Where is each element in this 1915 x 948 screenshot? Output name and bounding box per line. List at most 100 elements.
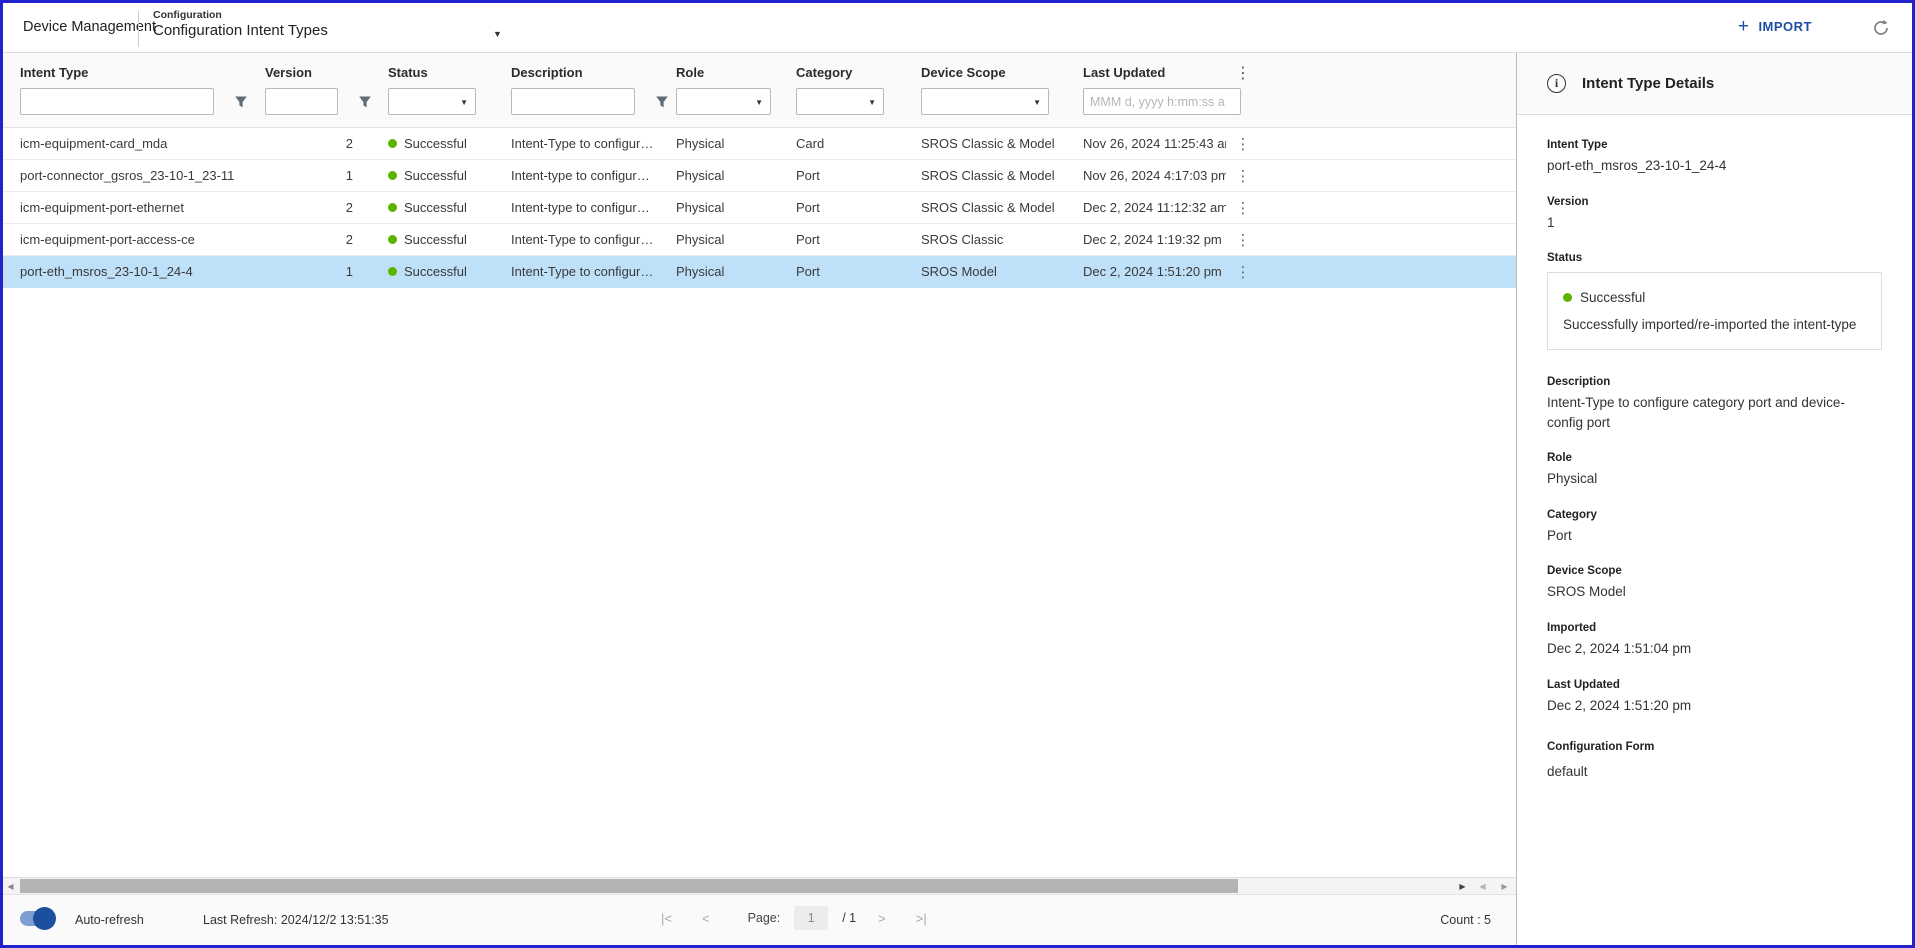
filter-category-select[interactable]: ▼ (796, 88, 884, 115)
status-success-dot-icon (388, 139, 397, 148)
row-actions-kebab-icon[interactable]: ⋮ (1226, 135, 1260, 153)
detail-status-label: Status (1547, 252, 1882, 264)
cell-status: Successful (371, 136, 494, 151)
import-button[interactable]: + IMPORT (1738, 17, 1812, 36)
column-header-intent-type[interactable]: Intent Type (3, 53, 248, 88)
filter-funnel-icon[interactable] (234, 95, 248, 109)
row-actions-kebab-icon[interactable]: ⋮ (1226, 199, 1260, 217)
status-success-dot-icon (388, 235, 397, 244)
status-box: Successful Successfully imported/re-impo… (1547, 272, 1882, 350)
cell-device-scope: SROS Classic (904, 232, 1066, 247)
column-header-device-scope[interactable]: Device Scope (904, 53, 1066, 88)
detail-category-label: Category (1547, 509, 1882, 521)
cell-status: Successful (371, 264, 494, 279)
detail-category-value: Port (1547, 526, 1882, 546)
column-header-status[interactable]: Status (371, 53, 494, 88)
next-page-button[interactable]: > (870, 907, 894, 930)
table-filter-row: ▼ ▼ ▼ ▼ (3, 88, 1516, 128)
table-row[interactable]: icm-equipment-port-ethernet 2 Successful… (3, 192, 1516, 224)
row-count: Count : 5 (1440, 913, 1491, 927)
table-body: icm-equipment-card_mda 2 Successful Inte… (3, 128, 1516, 288)
scrollbar-thumb[interactable] (20, 879, 1238, 893)
previous-page-button[interactable]: < (694, 907, 718, 930)
table-settings-kebab-icon[interactable]: ⋮ (1226, 53, 1260, 88)
panel-scroll-right-icon[interactable]: ▶ (1497, 878, 1512, 894)
cell-category: Port (779, 200, 904, 215)
detail-configuration-form-label: Configuration Form (1547, 741, 1882, 753)
detail-last-updated-label: Last Updated (1547, 679, 1882, 691)
cell-last-updated: Nov 26, 2024 11:25:43 am (1066, 136, 1226, 151)
filter-last-updated-input[interactable] (1083, 88, 1241, 115)
status-success-dot-icon (388, 203, 397, 212)
pagination: |< < Page: / 1 > >| (653, 906, 935, 930)
scroll-right-arrow-icon[interactable]: ▶ (1455, 878, 1470, 894)
device-management-window: Device Management Configuration Configur… (0, 0, 1915, 948)
column-header-last-updated[interactable]: Last Updated (1066, 53, 1226, 88)
filter-description-input[interactable] (511, 88, 635, 115)
detail-last-updated-value: Dec 2, 2024 1:51:20 pm (1547, 696, 1882, 716)
table-row[interactable]: icm-equipment-port-access-ce 2 Successfu… (3, 224, 1516, 256)
filter-status-select[interactable]: ▼ (388, 88, 476, 115)
page-total: / 1 (842, 911, 856, 925)
cell-description: Intent-Type to configur… (494, 136, 659, 151)
cell-last-updated: Dec 2, 2024 1:51:20 pm (1066, 264, 1226, 279)
detail-imported-value: Dec 2, 2024 1:51:04 pm (1547, 639, 1882, 659)
detail-imported-label: Imported (1547, 622, 1882, 634)
status-success-dot-icon (388, 267, 397, 276)
table-row[interactable]: icm-equipment-card_mda 2 Successful Inte… (3, 128, 1516, 160)
info-icon: i (1547, 74, 1566, 93)
cell-last-updated: Dec 2, 2024 1:19:32 pm (1066, 232, 1226, 247)
refresh-icon[interactable] (1870, 17, 1892, 39)
detail-status-value: Successful (1580, 290, 1645, 305)
column-header-role[interactable]: Role (659, 53, 779, 88)
auto-refresh-label: Auto-refresh (75, 913, 144, 927)
details-panel-header: i Intent Type Details (1517, 53, 1912, 115)
row-actions-kebab-icon[interactable]: ⋮ (1226, 167, 1260, 185)
filter-intent-type-input[interactable] (20, 88, 214, 115)
last-refresh-text: Last Refresh: 2024/12/2 13:51:35 (203, 913, 389, 927)
filter-version-input[interactable] (265, 88, 338, 115)
cell-role: Physical (659, 168, 779, 183)
horizontal-scrollbar[interactable]: ◀ ▶ ◀ ▶ (3, 877, 1516, 895)
details-panel-title: Intent Type Details (1582, 75, 1714, 92)
last-page-button[interactable]: >| (908, 907, 935, 930)
filter-role-select[interactable]: ▼ (676, 88, 771, 115)
cell-description: Intent-type to configur… (494, 168, 659, 183)
cell-role: Physical (659, 200, 779, 215)
detail-device-scope-value: SROS Model (1547, 582, 1882, 602)
auto-refresh-toggle[interactable] (20, 911, 52, 926)
cell-last-updated: Dec 2, 2024 11:12:32 am (1066, 200, 1226, 215)
table-row[interactable]: port-eth_msros_23-10-1_24-4 1 Successful… (3, 256, 1516, 288)
detail-description-label: Description (1547, 376, 1882, 388)
column-header-version[interactable]: Version (248, 53, 371, 88)
top-header-bar: Device Management Configuration Configur… (3, 3, 1912, 53)
column-header-category[interactable]: Category (779, 53, 904, 88)
filter-device-scope-select[interactable]: ▼ (921, 88, 1049, 115)
chevron-down-icon: ▼ (868, 98, 876, 107)
view-selector-value: Configuration Intent Types (153, 22, 328, 39)
detail-device-scope-label: Device Scope (1547, 565, 1882, 577)
view-selector-dropdown[interactable]: Configuration Configuration Intent Types… (153, 9, 328, 39)
filter-funnel-icon[interactable] (358, 95, 372, 109)
status-success-dot-icon (1563, 293, 1572, 302)
cell-device-scope: SROS Classic & Model (904, 168, 1066, 183)
cell-category: Port (779, 232, 904, 247)
cell-status: Successful (371, 200, 494, 215)
status-success-dot-icon (388, 171, 397, 180)
table-row[interactable]: port-connector_gsros_23-10-1_23-11 1 Suc… (3, 160, 1516, 192)
row-actions-kebab-icon[interactable]: ⋮ (1226, 263, 1260, 281)
cell-version: 2 (248, 232, 371, 247)
detail-version-label: Version (1547, 196, 1882, 208)
panel-scroll-left-icon[interactable]: ◀ (1475, 878, 1490, 894)
first-page-button[interactable]: |< (653, 907, 680, 930)
column-header-description[interactable]: Description (494, 53, 659, 88)
cell-device-scope: SROS Classic & Model (904, 136, 1066, 151)
intent-type-details-panel: i Intent Type Details Intent Type port-e… (1516, 53, 1912, 945)
cell-intent-type: port-connector_gsros_23-10-1_23-11 (3, 168, 248, 183)
row-actions-kebab-icon[interactable]: ⋮ (1226, 231, 1260, 249)
scroll-left-arrow-icon[interactable]: ◀ (3, 878, 18, 894)
cell-intent-type: icm-equipment-port-ethernet (3, 200, 248, 215)
page-number-input[interactable] (794, 906, 828, 930)
cell-status: Successful (371, 168, 494, 183)
cell-role: Physical (659, 232, 779, 247)
